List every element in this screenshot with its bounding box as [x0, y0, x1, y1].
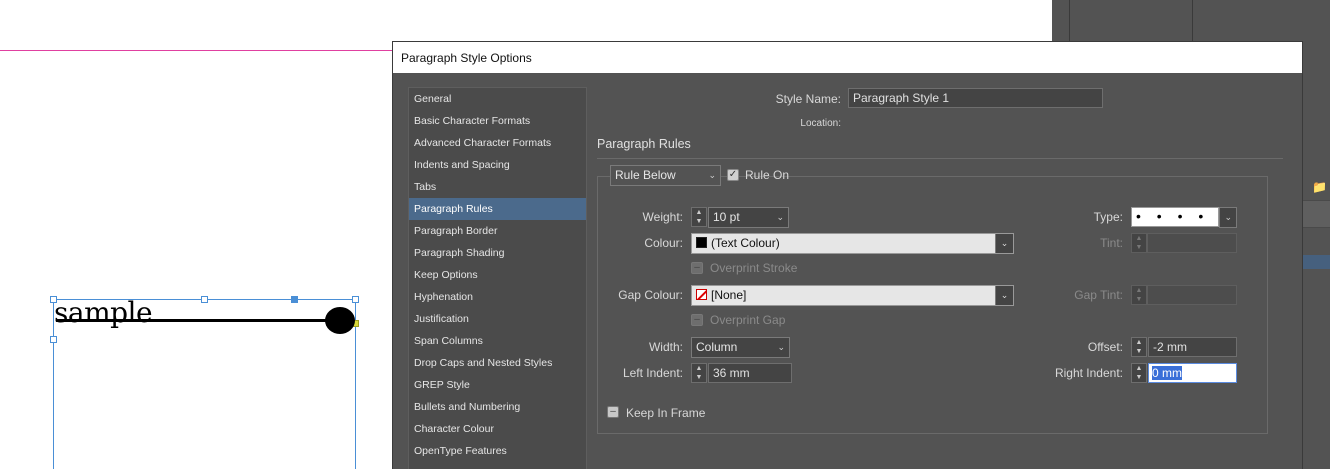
right-indent-label: Right Indent: — [1054, 366, 1123, 380]
stepper-icon: ▲ ▼ — [1135, 339, 1143, 355]
tint-stepper: ▲ ▼ — [1131, 233, 1147, 253]
stepper-icon: ▲ ▼ — [695, 365, 703, 381]
sidebar-item-general[interactable]: General — [409, 88, 586, 110]
chevron-down-icon: ⌄ — [777, 342, 785, 352]
weight-stepper[interactable]: ▲ ▼ — [691, 207, 707, 227]
sidebar-item-paragraph-shading[interactable]: Paragraph Shading — [409, 242, 586, 264]
gap-tint-label: Gap Tint: — [1074, 288, 1123, 302]
category-list[interactable]: General Basic Character Formats Advanced C… — [408, 87, 587, 469]
sample-text[interactable]: sample — [54, 296, 153, 329]
tint-select — [1147, 233, 1237, 253]
sidebar-item-span-columns[interactable]: Span Columns — [409, 330, 586, 352]
sidebar-item-grep-style[interactable]: GREP Style — [409, 374, 586, 396]
section-divider — [597, 158, 1283, 159]
none-swatch-icon — [696, 289, 707, 300]
weight-value: 10 pt — [713, 210, 740, 224]
colour-value: (Text Colour) — [711, 236, 780, 250]
panel-selected-row[interactable] — [1302, 255, 1330, 269]
panel-button[interactable] — [1302, 200, 1330, 228]
sidebar-item-bullets-and-numbering[interactable]: Bullets and Numbering — [409, 396, 586, 418]
weight-label: Weight: — [642, 210, 683, 224]
chevron-down-icon: ⌄ — [995, 234, 1013, 253]
type-select[interactable]: ⌄ — [1219, 207, 1237, 228]
left-indent-label: Left Indent: — [622, 366, 683, 380]
sidebar-item-character-colour[interactable]: Character Colour — [409, 418, 586, 440]
right-indent-input[interactable]: 0 mm — [1148, 363, 1237, 383]
sidebar-item-paragraph-rules[interactable]: Paragraph Rules — [409, 198, 586, 220]
stepper-icon: ▲ ▼ — [1135, 235, 1143, 251]
paragraph-rule-dot — [325, 307, 355, 334]
weight-select[interactable]: 10 pt ⌄ — [708, 207, 789, 228]
type-label: Type: — [1093, 210, 1123, 224]
left-indent-stepper[interactable]: ▲ ▼ — [691, 363, 707, 383]
checkmark-icon: ✓ — [728, 169, 738, 180]
stepper-icon: ▲ ▼ — [695, 209, 703, 225]
rule-on-checkbox[interactable]: ✓ — [727, 169, 739, 181]
width-select[interactable]: Column ⌄ — [691, 337, 790, 358]
dialog-title[interactable]: Paragraph Style Options — [393, 42, 1302, 73]
stepper-icon: ▲ ▼ — [1135, 365, 1143, 381]
chevron-down-icon: ⌄ — [708, 170, 716, 180]
gap-colour-select[interactable]: [None] ⌄ — [691, 285, 1014, 306]
sidebar-item-paragraph-border[interactable]: Paragraph Border — [409, 220, 586, 242]
overprint-stroke-label: Overprint Stroke — [710, 261, 798, 275]
gap-colour-value: [None] — [711, 288, 747, 302]
sidebar-item-justification[interactable]: Justification — [409, 308, 586, 330]
sidebar-item-keep-options[interactable]: Keep Options — [409, 264, 586, 286]
rule-type-select[interactable]: Rule Below ⌄ — [610, 165, 721, 186]
frame-handle[interactable] — [50, 336, 57, 343]
folder-icon[interactable]: 📁 — [1312, 180, 1327, 194]
offset-stepper[interactable]: ▲ ▼ — [1131, 337, 1147, 357]
gap-colour-label: Gap Colour: — [618, 288, 683, 302]
chevron-down-icon: ⌄ — [776, 212, 784, 222]
frame-handle[interactable] — [201, 296, 208, 303]
section-title: Paragraph Rules — [597, 137, 691, 151]
margin-guide — [0, 50, 400, 51]
offset-input[interactable]: -2 mm — [1148, 337, 1237, 357]
right-indent-value: 0 mm — [1152, 366, 1182, 380]
keep-in-frame-checkbox[interactable]: – — [607, 406, 619, 418]
overprint-stroke-checkbox: – — [691, 262, 703, 274]
offset-label: Offset: — [1087, 340, 1123, 354]
right-indent-stepper[interactable]: ▲ ▼ — [1131, 363, 1147, 383]
sidebar-item-tabs[interactable]: Tabs — [409, 176, 586, 198]
tint-label: Tint: — [1100, 236, 1123, 250]
overprint-gap-label: Overprint Gap — [710, 313, 786, 327]
sidebar-item-opentype-features[interactable]: OpenType Features — [409, 440, 586, 462]
overprint-gap-checkbox: – — [691, 314, 703, 326]
colour-label: Colour: — [644, 236, 683, 250]
rule-style-preview[interactable]: • • • • — [1131, 207, 1219, 227]
rule-type-value: Rule Below — [615, 168, 676, 182]
sidebar-item-hyphenation[interactable]: Hyphenation — [409, 286, 586, 308]
keep-in-frame-label: Keep In Frame — [626, 406, 706, 420]
style-name-input[interactable]: Paragraph Style 1 — [848, 88, 1103, 108]
width-value: Column — [696, 340, 738, 354]
frame-handle[interactable] — [291, 296, 298, 303]
frame-handle[interactable] — [352, 296, 359, 303]
left-indent-input[interactable]: 36 mm — [708, 363, 792, 383]
gap-tint-select — [1147, 285, 1237, 305]
sidebar-item-indents-and-spacing[interactable]: Indents and Spacing — [409, 154, 586, 176]
sidebar-item-basic-character-formats[interactable]: Basic Character Formats — [409, 110, 586, 132]
chevron-down-icon: ⌄ — [1224, 212, 1232, 222]
width-label: Width: — [648, 340, 683, 354]
rule-on-label: Rule On — [745, 168, 790, 182]
sidebar-item-advanced-character-formats[interactable]: Advanced Character Formats — [409, 132, 586, 154]
gap-tint-stepper: ▲ ▼ — [1131, 285, 1147, 305]
color-swatch-icon — [696, 237, 707, 248]
paragraph-style-options-dialog: Paragraph Style Options General Basic Cha… — [392, 41, 1303, 469]
stepper-icon: ▲ ▼ — [1135, 287, 1143, 303]
location-label: Location: — [800, 118, 841, 129]
style-name-label: Style Name: — [775, 92, 841, 106]
colour-select[interactable]: (Text Colour) ⌄ — [691, 233, 1014, 254]
chevron-down-icon: ⌄ — [995, 286, 1013, 305]
sidebar-item-drop-caps-and-nested-styles[interactable]: Drop Caps and Nested Styles — [409, 352, 586, 374]
